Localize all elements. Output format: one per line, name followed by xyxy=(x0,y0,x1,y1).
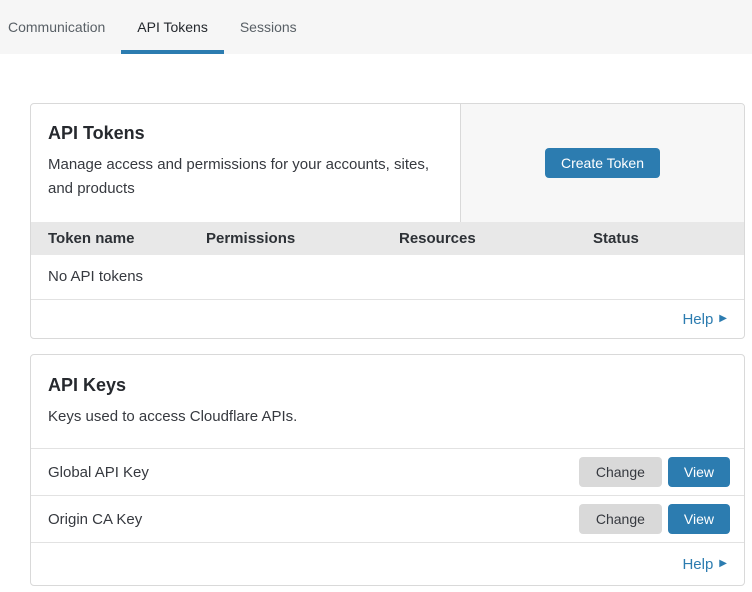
keys-help-arrow-icon: ▶ xyxy=(719,559,727,569)
tab-sessions-label: Sessions xyxy=(240,19,297,35)
key-name-origin-ca: Origin CA Key xyxy=(48,511,579,528)
tokens-help-row: Help ▶ xyxy=(31,299,744,338)
api-keys-description: Keys used to access Cloudflare APIs. xyxy=(48,405,727,429)
tab-communication[interactable]: Communication xyxy=(0,0,121,54)
key-row-origin-ca-key: Origin CA Key Change View xyxy=(31,495,744,542)
column-token-name: Token name xyxy=(31,230,206,247)
tab-api-tokens[interactable]: API Tokens xyxy=(121,0,224,54)
keys-help-label: Help xyxy=(682,556,713,573)
page-content: API Tokens Manage access and permissions… xyxy=(0,54,752,586)
create-token-button[interactable]: Create Token xyxy=(545,148,660,178)
api-tokens-card: API Tokens Manage access and permissions… xyxy=(30,103,745,339)
view-global-api-key-button[interactable]: View xyxy=(668,457,730,487)
view-origin-ca-key-button[interactable]: View xyxy=(668,504,730,534)
keys-help-link[interactable]: Help ▶ xyxy=(682,556,727,573)
api-tokens-card-header-actions: Create Token xyxy=(461,104,744,222)
tab-sessions[interactable]: Sessions xyxy=(224,0,313,54)
tokens-help-link[interactable]: Help ▶ xyxy=(682,311,727,328)
tab-communication-label: Communication xyxy=(8,19,105,35)
tokens-help-label: Help xyxy=(682,311,713,328)
tokens-table-header: Token name Permissions Resources Status xyxy=(31,222,744,255)
change-origin-ca-key-button[interactable]: Change xyxy=(579,504,662,534)
tab-bar: Communication API Tokens Sessions xyxy=(0,0,752,54)
column-resources: Resources xyxy=(399,230,593,247)
tokens-help-arrow-icon: ▶ xyxy=(719,314,727,324)
keys-help-row: Help ▶ xyxy=(31,542,744,585)
api-keys-title: API Keys xyxy=(48,375,727,396)
change-global-api-key-button[interactable]: Change xyxy=(579,457,662,487)
api-keys-card: API Keys Keys used to access Cloudflare … xyxy=(30,354,745,586)
api-tokens-description: Manage access and permissions for your a… xyxy=(48,153,443,201)
key-row-global-api-key: Global API Key Change View xyxy=(31,448,744,495)
tokens-empty-message: No API tokens xyxy=(31,255,744,299)
key-name-global: Global API Key xyxy=(48,464,579,481)
api-tokens-card-header: API Tokens Manage access and permissions… xyxy=(31,104,744,222)
api-tokens-card-header-text: API Tokens Manage access and permissions… xyxy=(31,104,461,222)
column-status: Status xyxy=(593,230,744,247)
column-permissions: Permissions xyxy=(206,230,399,247)
api-keys-card-header: API Keys Keys used to access Cloudflare … xyxy=(31,355,744,448)
tab-api-tokens-label: API Tokens xyxy=(137,19,208,35)
api-tokens-title: API Tokens xyxy=(48,123,443,144)
